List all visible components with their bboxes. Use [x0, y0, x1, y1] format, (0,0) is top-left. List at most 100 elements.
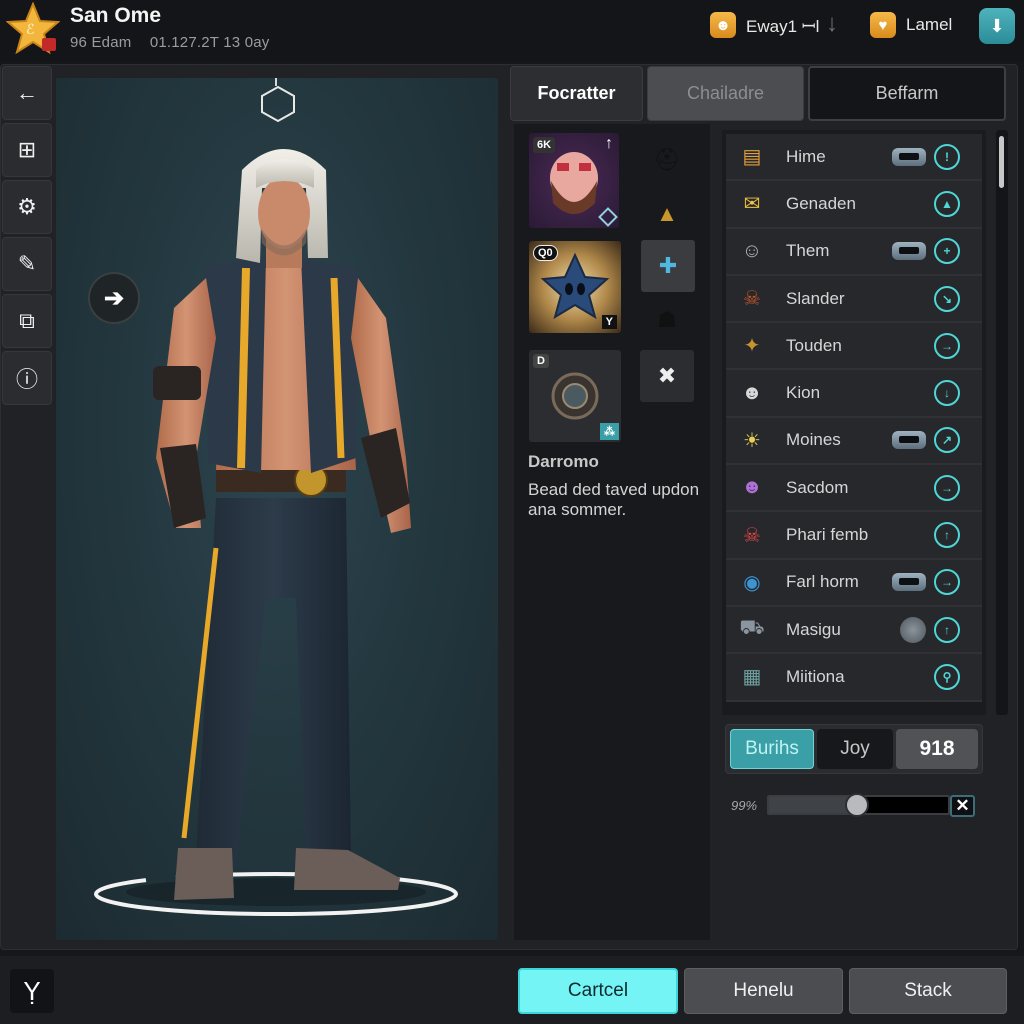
crossed-blades-icon: ✖ [657, 363, 677, 388]
selected-item-name: Darromo [528, 452, 599, 471]
sidebar-back-button[interactable]: ← [2, 66, 52, 120]
purple-avatar-icon: ☻ [741, 476, 763, 499]
monkey-icon: ☺ [741, 239, 763, 262]
fork-icon: Ỵ [23, 975, 41, 1006]
row-action-button[interactable]: ⚲ [934, 663, 960, 690]
tier-icon: Y [601, 315, 617, 329]
row-action-button[interactable]: ↑ [934, 616, 960, 643]
device-badge-icon [892, 431, 926, 450]
sidebar-edit-button[interactable]: ✎ [2, 237, 52, 291]
tab-beffarm[interactable]: Beffarm [808, 66, 1006, 121]
device-badge-icon [892, 147, 926, 166]
fork-button[interactable]: Ỵ [10, 969, 54, 1013]
row-action-button[interactable]: → [934, 332, 960, 359]
menu-button[interactable]: Henelu [684, 968, 843, 1014]
segment-value[interactable]: 918 [896, 729, 978, 769]
row-action-button[interactable]: + [934, 238, 960, 265]
row-action-button[interactable]: ! [934, 143, 960, 170]
row-action-button[interactable]: → [934, 474, 960, 501]
player-stats: 01.127.2T 13 0ay [149, 34, 270, 51]
edit-circle-icon: ✎ [17, 251, 37, 276]
mini-slot-hood[interactable]: ☗ [640, 294, 694, 346]
mini-slot-helmet[interactable]: ⛑ [640, 134, 694, 186]
id-card-icon: ⧉ [19, 308, 35, 333]
slider-fill [769, 797, 857, 813]
list-item-label: Moines [786, 430, 841, 450]
row-action-button[interactable]: → [934, 569, 960, 596]
stack-button[interactable]: Stack [849, 968, 1007, 1014]
slot-badge: 6K [533, 137, 556, 153]
cancel-button[interactable]: Cartcel [518, 968, 678, 1014]
gear-icon: ⚙ [17, 194, 37, 219]
list-item[interactable]: ✦ Touden → [726, 323, 982, 371]
device-badge-icon [892, 242, 926, 261]
row-action-button[interactable]: ↓ [934, 380, 960, 407]
smile-coin-icon: ☻ [710, 12, 736, 38]
inventory-slot-dark-star[interactable]: Q0 Y [529, 241, 621, 333]
segment-burihs[interactable]: Burihs [730, 729, 814, 769]
list-item-label: Farl horm [786, 572, 859, 592]
list-item-label: Kion [786, 383, 821, 403]
row-action-button[interactable]: ↗ [934, 427, 960, 454]
inventory-slot-face-mask[interactable]: 6K ↑ [529, 133, 619, 228]
list-item[interactable]: ☠ Phari femb ↑ [726, 512, 982, 560]
next-character-button[interactable]: ➔ [88, 272, 140, 324]
character-viewport[interactable]: ➔ [56, 78, 498, 940]
sidebar-grid-button[interactable]: ⊞ [2, 123, 52, 177]
list-item[interactable]: ☻ Sacdom → [726, 465, 982, 513]
device-badge-icon [892, 573, 926, 592]
arrow-left-icon: ← [16, 80, 38, 105]
list-item[interactable]: ▦ Miitiona ⚲ [726, 654, 982, 702]
mini-slot-triangle[interactable]: ▲ [640, 188, 694, 240]
sidebar-card-button[interactable]: ⧉ [2, 294, 52, 348]
triangle-emblem-icon: ▲ [656, 201, 678, 226]
skull-icon: ☠ [743, 288, 761, 311]
player-name: San Ome [70, 4, 162, 27]
row-action-button[interactable]: ↑ [934, 522, 960, 549]
helmet-icon: ⛑ [653, 147, 681, 172]
slider-thumb[interactable] [844, 793, 869, 817]
info-icon: ⓘ [15, 367, 38, 392]
row-action-button[interactable]: ▲ [934, 190, 960, 217]
currency-1[interactable]: ☻ Eway1 ꟷl [710, 12, 819, 38]
segment-joy[interactable]: Joy [817, 729, 893, 769]
list-item[interactable]: ☠ Slander ↘ [726, 275, 982, 324]
upgrade-arrow-icon: ↑ [605, 135, 613, 152]
hood-icon: ☗ [657, 307, 677, 332]
tab-focratter[interactable]: Focratter [510, 66, 643, 121]
svg-text:ℰ: ℰ [26, 22, 34, 38]
list-item[interactable]: ☺ Them + [726, 228, 982, 276]
list-item[interactable]: ▤ Hime! [726, 134, 982, 182]
player-meta: 96 Edam 01.127.2T 13 0ay [70, 34, 284, 51]
currency-2[interactable]: ♥ Lamel [870, 12, 952, 38]
list-item[interactable]: ✉ Genaden ▲ [726, 181, 982, 229]
mini-slot-blades[interactable]: ✖ [640, 350, 694, 402]
zoom-slider[interactable] [767, 793, 950, 817]
list-item[interactable]: ◉ Farl horm → [726, 559, 982, 607]
list-scrollbar[interactable] [996, 130, 1008, 715]
player-tag: 96 Edam [70, 34, 132, 51]
mask-portrait-icon: ☻ [741, 381, 763, 404]
list-item[interactable]: ⛟ Masigu ↑ [726, 606, 982, 655]
row-action-button[interactable]: ↘ [934, 285, 960, 312]
currency-1-label: Eway1 ꟷl [746, 16, 820, 36]
mini-slot-gem[interactable]: ✚ [641, 240, 695, 292]
slider-close-button[interactable]: ✕ [950, 795, 975, 817]
blonde-avatar-icon: ☀ [743, 429, 761, 452]
teal-app-icon[interactable]: ⬇ [979, 8, 1015, 44]
character-model [94, 149, 458, 916]
segmented-control: Burihs Joy 918 [725, 724, 983, 774]
arrow-down-icon[interactable]: ↓ [826, 10, 838, 38]
helmet-skull-icon: ☠ [743, 524, 761, 547]
sidebar-info-button[interactable]: ⓘ [2, 351, 52, 405]
sidebar-settings-button[interactable]: ⚙ [2, 180, 52, 234]
inventory-slot-coin-medallion[interactable]: D ⁂ [529, 350, 621, 442]
scroll-thumb[interactable] [999, 136, 1004, 188]
list-item[interactable]: ☻ Kion ↓ [726, 370, 982, 418]
list-item[interactable]: ☀ Moines ↗ [726, 417, 982, 466]
tab-chailadre[interactable]: Chailadre [647, 66, 804, 121]
armored-truck-icon: ⛟ [739, 617, 765, 640]
chest-icon: ▤ [742, 146, 762, 169]
globe-avatar-icon: ◉ [743, 571, 761, 594]
list-item-label: Phari femb [786, 525, 869, 545]
